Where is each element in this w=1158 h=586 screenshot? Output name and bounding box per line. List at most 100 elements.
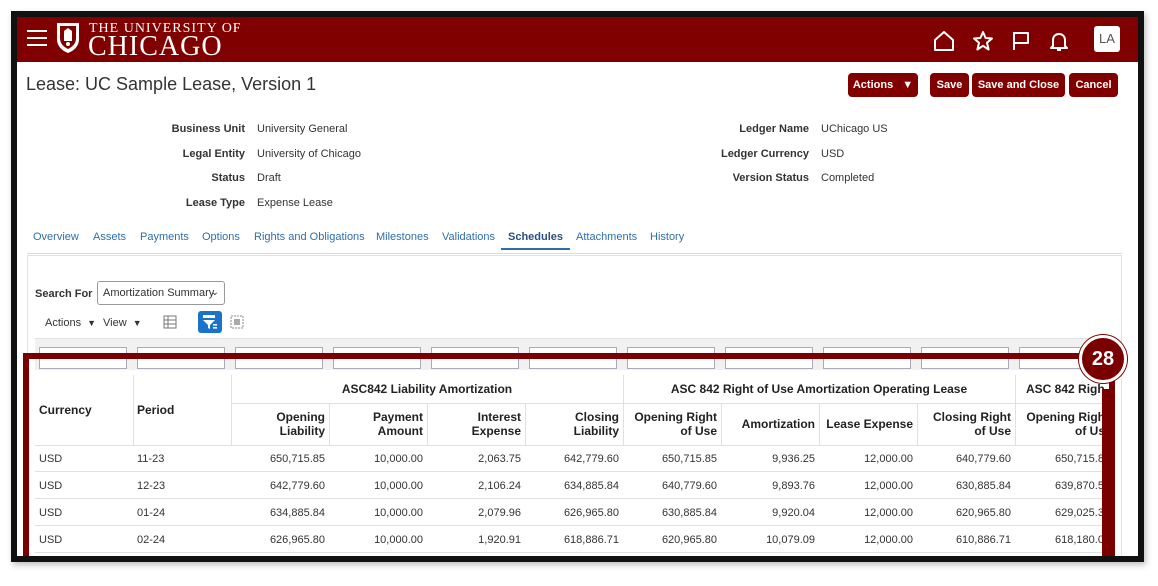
opening-rou-cell: 640,779.60	[661, 480, 717, 492]
closing-liability-filter-input[interactable]	[529, 347, 617, 369]
closing-rou-header[interactable]: Closing Right of Use	[917, 410, 1011, 438]
currency-column-header[interactable]: Currency	[39, 403, 129, 417]
period-column-header[interactable]: Period	[137, 403, 227, 417]
tab-overview[interactable]: Overview	[33, 231, 79, 243]
payment-amount-cell: 10,000.00	[374, 480, 423, 492]
opening-liability-header[interactable]: Opening Liability	[231, 410, 325, 438]
lease-expense-cell: 12,000.00	[864, 534, 913, 546]
app-window: THE UNIVERSITY OF CHICAGO LA Lease: UC S…	[11, 11, 1144, 562]
save-and-close-button[interactable]: Save and Close	[972, 73, 1065, 97]
closing-rou-cell: 610,886.71	[955, 534, 1011, 546]
filter-row	[35, 338, 1115, 370]
actions-button-label: Actions	[852, 79, 894, 91]
period-filter-input[interactable]	[137, 347, 225, 369]
interest-expense-cell: 1,920.91	[478, 534, 521, 546]
payment-amount-filter-input[interactable]	[333, 347, 421, 369]
table-actions-menu[interactable]: Actions ▼	[45, 317, 96, 329]
closing-liability-header[interactable]: Closing Liability	[525, 410, 619, 438]
version-status-label: Version Status	[732, 172, 809, 184]
closing-rou-filter-input[interactable]	[921, 347, 1009, 369]
interest-expense-cell: 2,063.75	[478, 453, 521, 465]
search-for-value: Amortization Summary	[103, 287, 215, 299]
header-line-1: Interest	[477, 410, 521, 424]
table-view-menu[interactable]: View ▼	[103, 317, 142, 329]
star-icon[interactable]	[971, 29, 995, 53]
logo-text-big: CHICAGO	[88, 31, 223, 62]
header-line-2: Amount	[377, 424, 423, 438]
flag-icon[interactable]	[1009, 29, 1033, 53]
lease-expense-header[interactable]: Lease Expense	[819, 417, 913, 431]
liability-group-header: ASC842 Liability Amortization	[341, 382, 513, 396]
university-shield-icon	[57, 23, 79, 53]
opening-rou-2-header[interactable]: Opening Righ of Us	[1015, 410, 1105, 438]
period-cell: 11-23	[137, 453, 165, 465]
search-for-label: Search For	[35, 288, 93, 300]
interest-expense-cell: 2,106.24	[478, 480, 521, 492]
amortization-header[interactable]: Amortization	[721, 417, 815, 431]
currency-filter-input[interactable]	[39, 347, 127, 369]
interest-expense-header[interactable]: Interest Expense	[427, 410, 521, 438]
menu-icon[interactable]	[27, 30, 47, 48]
payment-amount-cell: 10,000.00	[374, 534, 423, 546]
row-divider	[35, 552, 1105, 553]
search-for-select[interactable]: Amortization Summary ⌄	[97, 281, 225, 305]
opening-rou-2-cell: 618,180.0	[1055, 534, 1104, 546]
chevron-down-icon: ▼	[902, 79, 914, 91]
closing-liability-cell: 618,886.71	[563, 534, 619, 546]
tab-history[interactable]: History	[650, 231, 684, 243]
tab-attachments[interactable]: Attachments	[576, 231, 637, 243]
tab-validations[interactable]: Validations	[442, 231, 495, 243]
closing-rou-cell: 620,965.80	[955, 507, 1011, 519]
table-row[interactable]: USD 11-23 650,715.85 10,000.00 2,063.75 642,7…	[35, 445, 1105, 472]
tab-assets[interactable]: Assets	[93, 231, 126, 243]
opening-rou-filter-input[interactable]	[627, 347, 715, 369]
rou-2-group-header: ASC 842 Righ	[1026, 382, 1105, 396]
callout-edge	[1102, 389, 1112, 556]
header-line-1: Opening Right	[634, 410, 717, 424]
user-avatar[interactable]: LA	[1094, 26, 1120, 52]
table-row[interactable]: USD 12-23 642,779.60 10,000.00 2,106.24 634,8…	[35, 472, 1105, 499]
chevron-down-icon: ⌄	[210, 287, 219, 298]
interest-expense-filter-input[interactable]	[431, 347, 519, 369]
payment-amount-header[interactable]: Payment Amount	[329, 410, 423, 438]
actions-menu-button[interactable]: Actions ▼	[848, 73, 918, 97]
save-button[interactable]: Save	[930, 73, 969, 97]
legal-entity-label: Legal Entity	[182, 148, 245, 160]
opening-liability-filter-input[interactable]	[235, 347, 323, 369]
page-title: Lease: UC Sample Lease, Version 1	[26, 74, 317, 94]
bell-icon[interactable]	[1047, 29, 1071, 53]
tab-milestones[interactable]: Milestones	[376, 231, 429, 243]
home-icon[interactable]	[932, 29, 956, 53]
amortization-filter-input[interactable]	[725, 347, 813, 369]
tab-schedules[interactable]: Schedules	[501, 231, 571, 250]
amortization-cell: 9,893.76	[772, 480, 815, 492]
tab-rights-and-obligations[interactable]: Rights and Obligations	[254, 231, 365, 243]
payment-amount-cell: 10,000.00	[374, 507, 423, 519]
lease-expense-filter-input[interactable]	[823, 347, 911, 369]
cancel-button[interactable]: Cancel	[1069, 73, 1118, 97]
period-cell: 12-23	[137, 480, 166, 492]
amortization-cell: 10,079.09	[766, 534, 815, 546]
caret-down-icon: ▼	[87, 318, 97, 328]
ledger-name-label: Ledger Name	[739, 123, 809, 135]
currency-cell: USD	[39, 480, 63, 492]
table-row[interactable]: USD 02-24 626,965.80 10,000.00 1,920.91 618,8…	[35, 526, 1105, 553]
amortization-cell: 9,936.25	[772, 453, 815, 465]
detach-icon[interactable]	[230, 315, 244, 329]
header-line-1: Payment	[372, 410, 423, 424]
lease-expense-cell: 12,000.00	[864, 453, 913, 465]
opening-liability-cell: 626,965.80	[269, 534, 325, 546]
table-row[interactable]: USD 01-24 634,885.84 10,000.00 2,079.96 626,9…	[35, 499, 1105, 526]
currency-cell: USD	[39, 507, 63, 519]
lease-type-value: Expense Lease	[257, 197, 333, 209]
freeze-columns-icon[interactable]	[162, 314, 178, 330]
query-by-example-button[interactable]	[198, 311, 222, 333]
header-line-1: Opening	[276, 410, 325, 424]
header-divider	[231, 403, 1105, 404]
opening-rou-2-cell: 650,715.8	[1055, 453, 1104, 465]
tab-options[interactable]: Options	[202, 231, 240, 243]
header-line-1: Opening Righ	[1026, 410, 1105, 424]
opening-rou-header[interactable]: Opening Right of Use	[623, 410, 717, 438]
tab-payments[interactable]: Payments	[140, 231, 189, 243]
currency-cell: USD	[39, 534, 63, 546]
